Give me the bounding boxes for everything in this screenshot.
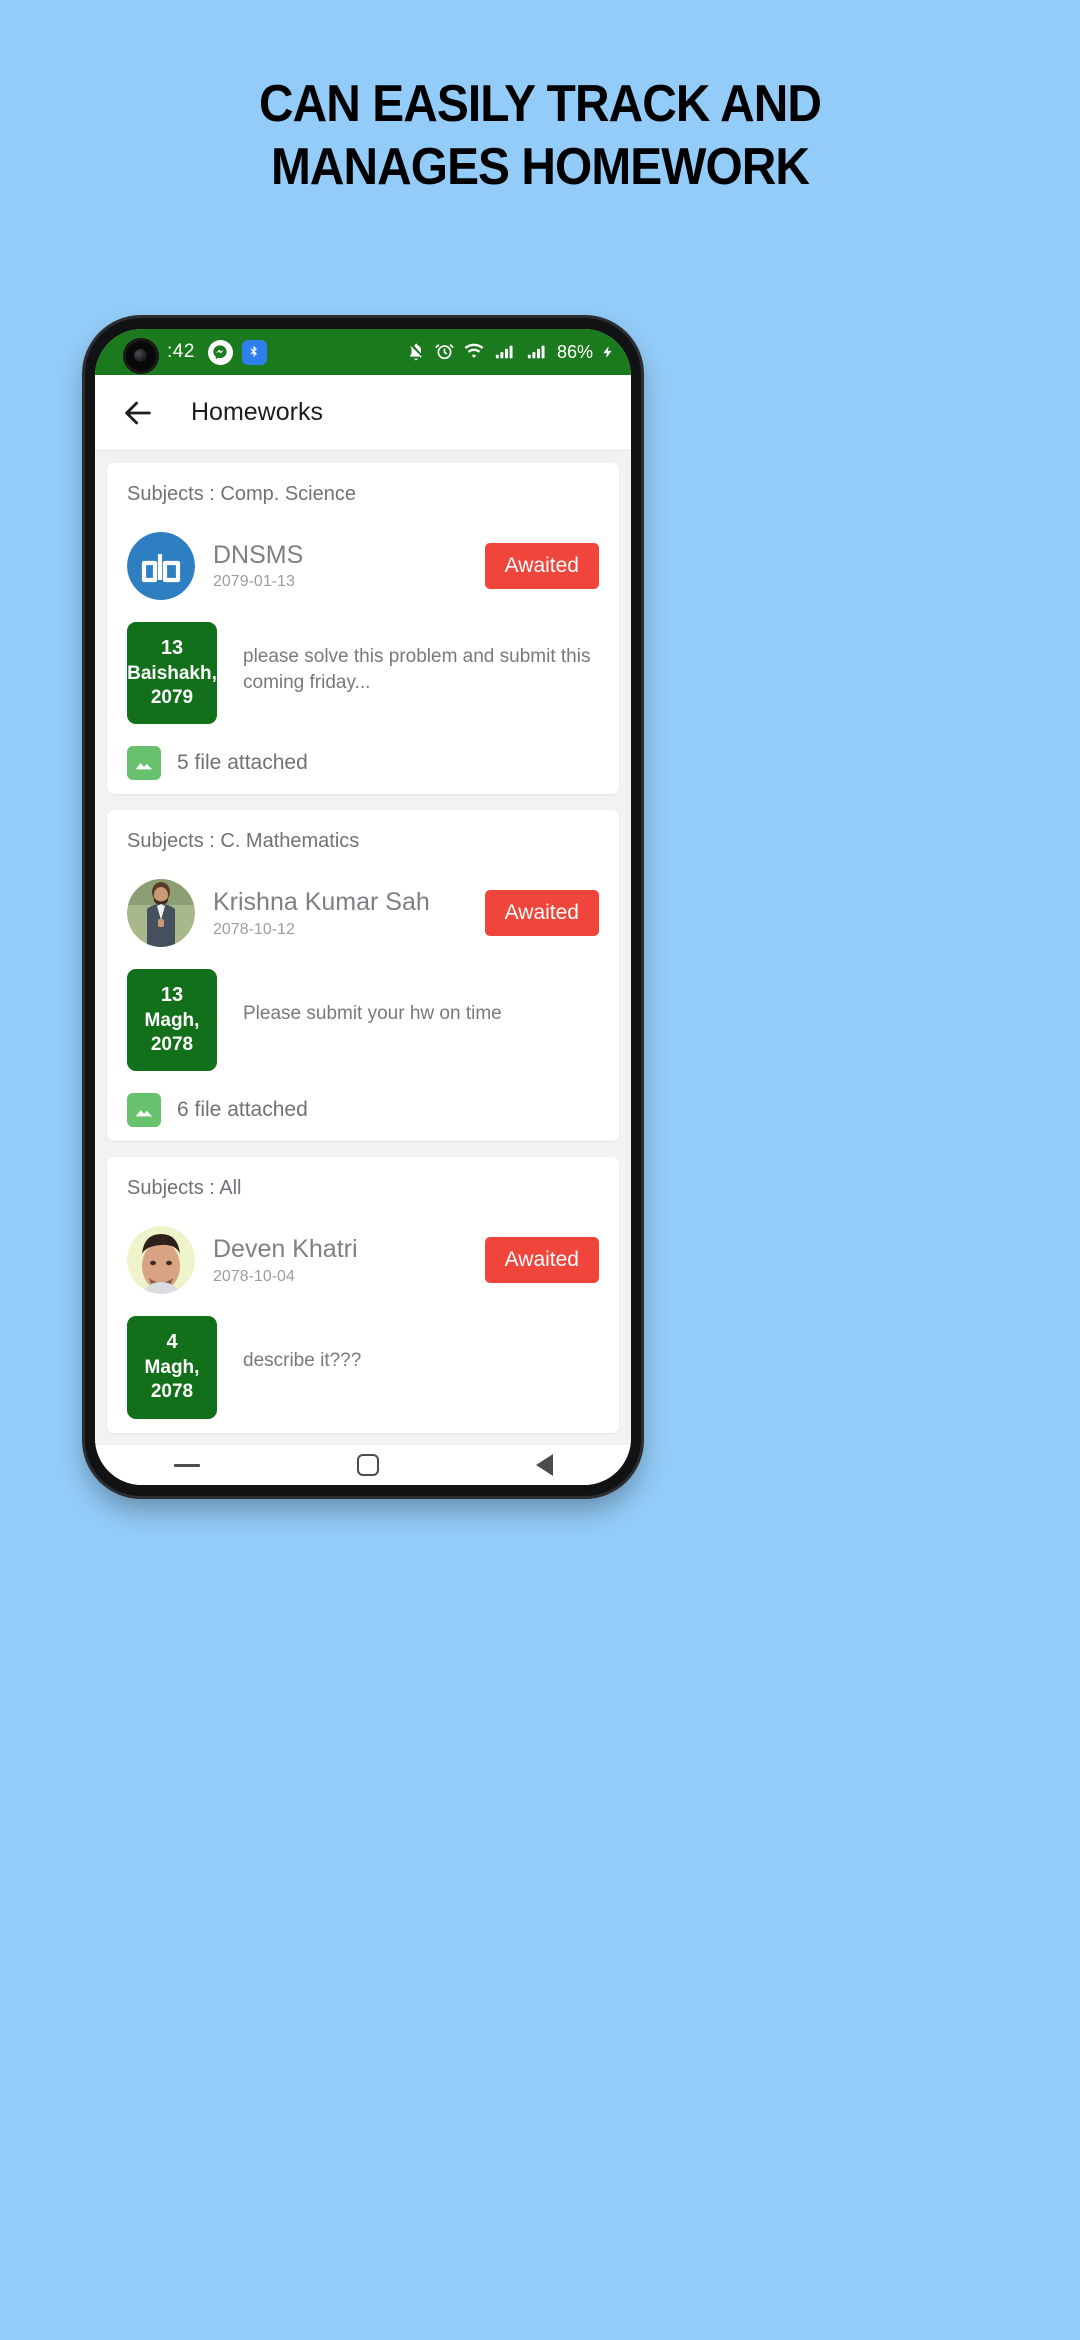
headline-line-2: MANAGES HOMEWORK (270, 138, 810, 197)
system-navigation-bar (95, 1445, 631, 1485)
author-info: DNSMS 2079-01-13 (213, 541, 477, 592)
app-bar-title: Homeworks (191, 398, 323, 426)
author-name: Krishna Kumar Sah (213, 887, 430, 916)
status-badge[interactable]: Awaited (484, 543, 599, 589)
due-day: 13 (160, 637, 184, 659)
image-attachment-icon (127, 746, 161, 781)
messenger-icon (207, 339, 233, 365)
due-day: 13 (160, 984, 184, 1007)
card-subject: Subjects : C. Mathematics (127, 830, 360, 853)
signal-icon (495, 345, 513, 359)
status-time: :42 (167, 341, 195, 362)
homework-description: please solve this problem and submit thi… (243, 646, 591, 693)
homework-list[interactable]: Subjects : Comp. Science DNSMS 2079-01-1… (95, 451, 631, 1485)
due-year: 2079 (150, 686, 194, 708)
attachments-row[interactable]: 5 file attached (127, 746, 599, 781)
due-year: 2078 (150, 1381, 194, 1403)
recent-apps-icon[interactable] (173, 1463, 200, 1467)
homework-card[interactable]: Subjects : All Deven Khatri 2078-10-04 A… (107, 1157, 619, 1433)
bluetooth-app-icon (241, 339, 267, 365)
card-detail-row: 13 Magh, 2078 Please submit your hw on t… (127, 969, 599, 1072)
author-info: Deven Khatri 2078-10-04 (213, 1235, 477, 1286)
due-date-box: 13 Magh, 2078 (127, 969, 217, 1072)
alarm-icon (435, 344, 454, 360)
status-bar: :42 86% (95, 329, 631, 375)
due-day: 4 (166, 1331, 178, 1354)
card-subject: Subjects : Comp. Science (127, 483, 356, 505)
card-detail-row: 13 Baishakh, 2079 please solve this prob… (127, 622, 599, 725)
phone-screen: :42 86% Homeworks Subjects: Comp. Scien… (95, 329, 631, 1485)
status-notification-icons (207, 339, 267, 365)
card-detail-row: 4 Magh, 2078 describe it??? (127, 1316, 599, 1419)
homework-description: Please submit your hw on time (243, 1003, 502, 1025)
due-month: Magh, (144, 1357, 200, 1379)
due-year: 2078 (150, 1034, 194, 1056)
headline-line-1: CAN EASILY TRACK AND (259, 75, 822, 133)
page-title: CAN EASILY TRACK AND MANAGES HOMEWORK (43, 75, 1037, 197)
notifications-off-icon (410, 343, 422, 361)
author-info: Krishna Kumar Sah 2078-10-12 (213, 888, 477, 939)
card-author-row: Deven Khatri 2078-10-04 Awaited (127, 1226, 599, 1295)
due-month: Baishakh, (127, 662, 217, 684)
card-subject: Subjects : All (127, 1177, 242, 1200)
author-name: DNSMS (213, 540, 304, 569)
card-author-row: Krishna Kumar Sah 2078-10-12 Awaited (127, 879, 599, 948)
posted-date: 2079-01-13 (213, 573, 295, 591)
attachment-count: 5 file attached (177, 751, 308, 775)
home-icon[interactable] (356, 1454, 379, 1476)
status-badge[interactable]: Awaited (484, 1237, 599, 1284)
due-month: Magh, (144, 1009, 200, 1031)
due-date-box: 13 Baishakh, 2079 (127, 622, 217, 725)
due-date-box: 4 Magh, 2078 (127, 1316, 217, 1419)
attachment-count: 6 file attached (177, 1098, 308, 1122)
attachments-row[interactable]: 6 file attached (127, 1093, 599, 1128)
avatar (127, 1226, 195, 1295)
avatar (127, 532, 195, 600)
wifi-icon (464, 343, 484, 358)
posted-date: 2078-10-12 (213, 920, 295, 938)
avatar (127, 879, 195, 948)
status-system-icons: 86% (406, 341, 615, 363)
status-badge[interactable]: Awaited (484, 890, 599, 937)
phone-mockup: :42 86% Homeworks Subjects: Comp. Scien… (85, 318, 641, 1496)
homework-card[interactable]: Subjects : C. Mathematics Krishna Kumar … (107, 810, 619, 1142)
camera-punch-hole (123, 338, 159, 374)
card-author-row: DNSMS 2079-01-13 Awaited (127, 532, 599, 600)
author-name: Deven Khatri (213, 1235, 358, 1264)
charging-bolt-icon (603, 346, 612, 358)
signal-icon (527, 345, 545, 359)
back-arrow-icon[interactable] (121, 396, 155, 430)
homework-card[interactable]: Subjects : Comp. Science DNSMS 2079-01-1… (107, 463, 619, 795)
battery-percent: 86% (556, 341, 593, 362)
homework-description: describe it??? (243, 1350, 362, 1372)
promo-page: CAN EASILY TRACK AND MANAGES HOMEWORK :4… (0, 0, 1080, 2340)
back-nav-icon[interactable] (535, 1454, 553, 1476)
image-attachment-icon (127, 1093, 161, 1128)
app-bar: Homeworks (95, 375, 631, 451)
posted-date: 2078-10-04 (213, 1267, 295, 1285)
